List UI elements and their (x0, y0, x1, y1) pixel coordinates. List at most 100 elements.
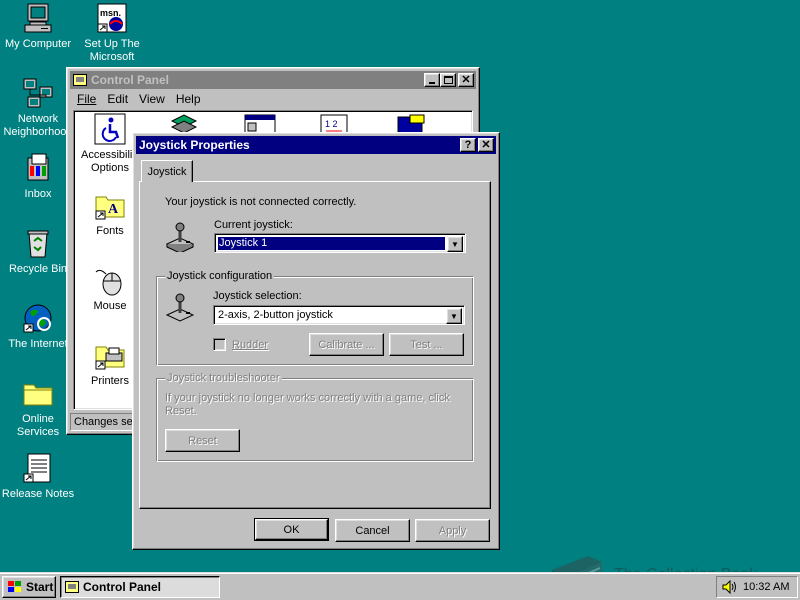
printers-icon (94, 339, 126, 371)
joystick-selection-label: Joystick selection: (213, 290, 302, 302)
start-label: Start (26, 580, 54, 594)
joystick-configuration-group: Joystick configuration Joystick selectio… (156, 270, 474, 366)
minimize-button[interactable] (424, 73, 440, 87)
dropdown-button[interactable]: ▼ (446, 308, 462, 324)
joystick-configuration-legend: Joystick configuration (165, 270, 275, 282)
cp-item-label: Mouse (93, 300, 127, 312)
cancel-label: Cancel (355, 524, 390, 537)
windows-logo-icon (7, 580, 23, 594)
control-panel-titlebar[interactable]: Control Panel ✕ (70, 71, 476, 89)
checkbox-box (213, 338, 226, 351)
svg-text:A: A (108, 202, 119, 217)
control-panel-title-icon (73, 74, 87, 86)
dialog-title: Joystick Properties (139, 138, 250, 152)
clock[interactable]: 10:32 AM (743, 581, 789, 593)
current-joystick-value: Joystick 1 (217, 236, 446, 251)
desktop-icon-online-services[interactable]: Online Services (0, 377, 76, 439)
current-joystick-label: Current joystick: (214, 219, 293, 231)
control-panel-task-icon (65, 581, 79, 593)
network-icon (22, 77, 54, 109)
notepad-icon (22, 452, 54, 484)
desktop-icon-network[interactable]: Network Neighborhood (0, 77, 76, 139)
joystick-properties-dialog[interactable]: Joystick Properties ? ✕ Joystick Your jo… (132, 132, 500, 550)
menu-help[interactable]: Help (172, 92, 208, 106)
joystick-config-icon (164, 291, 196, 323)
menu-view[interactable]: View (135, 92, 172, 106)
inbox-icon (22, 152, 54, 184)
close-icon: ✕ (461, 74, 471, 86)
test-label: Test ... (410, 338, 443, 351)
close-icon: ✕ (481, 139, 491, 151)
joystick-troubleshooter-group: Joystick troubleshooter If your joystick… (156, 372, 474, 462)
help-button[interactable]: ? (460, 138, 476, 152)
mouse-icon (94, 264, 126, 296)
internet-icon (22, 302, 54, 334)
chevron-down-icon: ▼ (450, 311, 458, 321)
maximize-button[interactable] (440, 73, 456, 87)
close-button[interactable]: ✕ (458, 73, 474, 87)
folder-icon (22, 377, 54, 409)
accessibility-icon (94, 113, 126, 145)
control-panel-menubar: File Edit View Help (73, 90, 208, 108)
calibrate-label: Calibrate ... (318, 338, 375, 351)
menu-file[interactable]: File (73, 92, 103, 106)
svg-text:1 2: 1 2 (325, 119, 338, 129)
control-panel-title: Control Panel (91, 73, 170, 87)
test-button[interactable]: Test ... (389, 333, 464, 356)
calibrate-button[interactable]: Calibrate ... (309, 333, 384, 356)
rudder-label: Rudder (232, 338, 269, 351)
desktop-icon-inbox[interactable]: Inbox (0, 152, 76, 201)
ok-label: OK (283, 523, 300, 536)
taskbar-item-label: Control Panel (83, 580, 162, 594)
desktop-icon-label: Recycle Bin (8, 263, 68, 275)
close-button[interactable]: ✕ (478, 138, 494, 152)
my-computer-icon (22, 2, 54, 34)
dialog-titlebar[interactable]: Joystick Properties ? ✕ (136, 136, 496, 154)
desktop-icon-label: My Computer (4, 38, 72, 50)
menu-edit[interactable]: Edit (103, 92, 135, 106)
dropdown-button[interactable]: ▼ (447, 236, 463, 252)
ok-button[interactable]: OK (254, 518, 329, 541)
joystick-troubleshooter-legend: Joystick troubleshooter (165, 372, 282, 384)
recycle-bin-icon (22, 227, 54, 259)
taskbar: Start Control Panel 10:32 AM (0, 572, 800, 600)
system-tray: 10:32 AM (716, 576, 798, 598)
desktop-icon-my-computer[interactable]: My Computer (0, 2, 76, 51)
tab-panel: Your joystick is not connected correctly… (139, 181, 491, 509)
desktop-icon-recycle-bin[interactable]: Recycle Bin (0, 227, 76, 276)
svg-text:msn.: msn. (100, 8, 121, 18)
apply-button[interactable]: Apply (415, 519, 490, 542)
desktop-icon-label: Set Up The Microsoft (84, 38, 140, 63)
desktop-icon-internet[interactable]: The Internet (0, 302, 76, 351)
current-joystick-select[interactable]: Joystick 1 ▼ (214, 233, 466, 253)
desktop-icon-label: Release Notes (1, 488, 75, 500)
joystick-status-text: Your joystick is not connected correctly… (165, 196, 357, 208)
desktop-icon-label: Network Neighborhood (3, 113, 73, 138)
reset-button[interactable]: Reset (165, 429, 240, 452)
cp-item-label: Printers (91, 375, 129, 387)
joystick-selection-select[interactable]: 2-axis, 2-button joystick ▼ (213, 305, 465, 325)
speaker-icon[interactable] (721, 579, 737, 595)
status-text: Changes set (74, 416, 136, 428)
rudder-checkbox[interactable]: Rudder (213, 338, 268, 351)
maximize-icon (443, 76, 453, 84)
desktop-icon-release-notes[interactable]: Release Notes (0, 452, 76, 501)
help-icon: ? (464, 139, 472, 151)
minimize-icon (429, 82, 435, 84)
desktop-icon-label: Inbox (24, 188, 52, 200)
cancel-button[interactable]: Cancel (335, 519, 410, 542)
apply-label: Apply (438, 524, 467, 537)
msn-setup-icon: msn. (96, 2, 128, 34)
cp-item-label: Accessibility Options (81, 149, 141, 174)
tab-joystick[interactable]: Joystick (141, 160, 193, 182)
taskbar-item-control-panel[interactable]: Control Panel (60, 576, 220, 598)
troubleshooter-text: If your joystick no longer works correct… (165, 392, 450, 417)
joystick-selection-value: 2-axis, 2-button joystick (218, 309, 333, 321)
desktop-icon-msn-setup[interactable]: msn. Set Up The Microsoft (74, 2, 150, 64)
chevron-down-icon: ▼ (451, 239, 459, 249)
reset-label: Reset (188, 434, 217, 447)
tab-joystick-label: Joystick (147, 166, 187, 178)
start-button[interactable]: Start (2, 576, 56, 598)
cp-item-label: Fonts (96, 225, 124, 237)
desktop-icon-label: The Internet (8, 338, 68, 350)
